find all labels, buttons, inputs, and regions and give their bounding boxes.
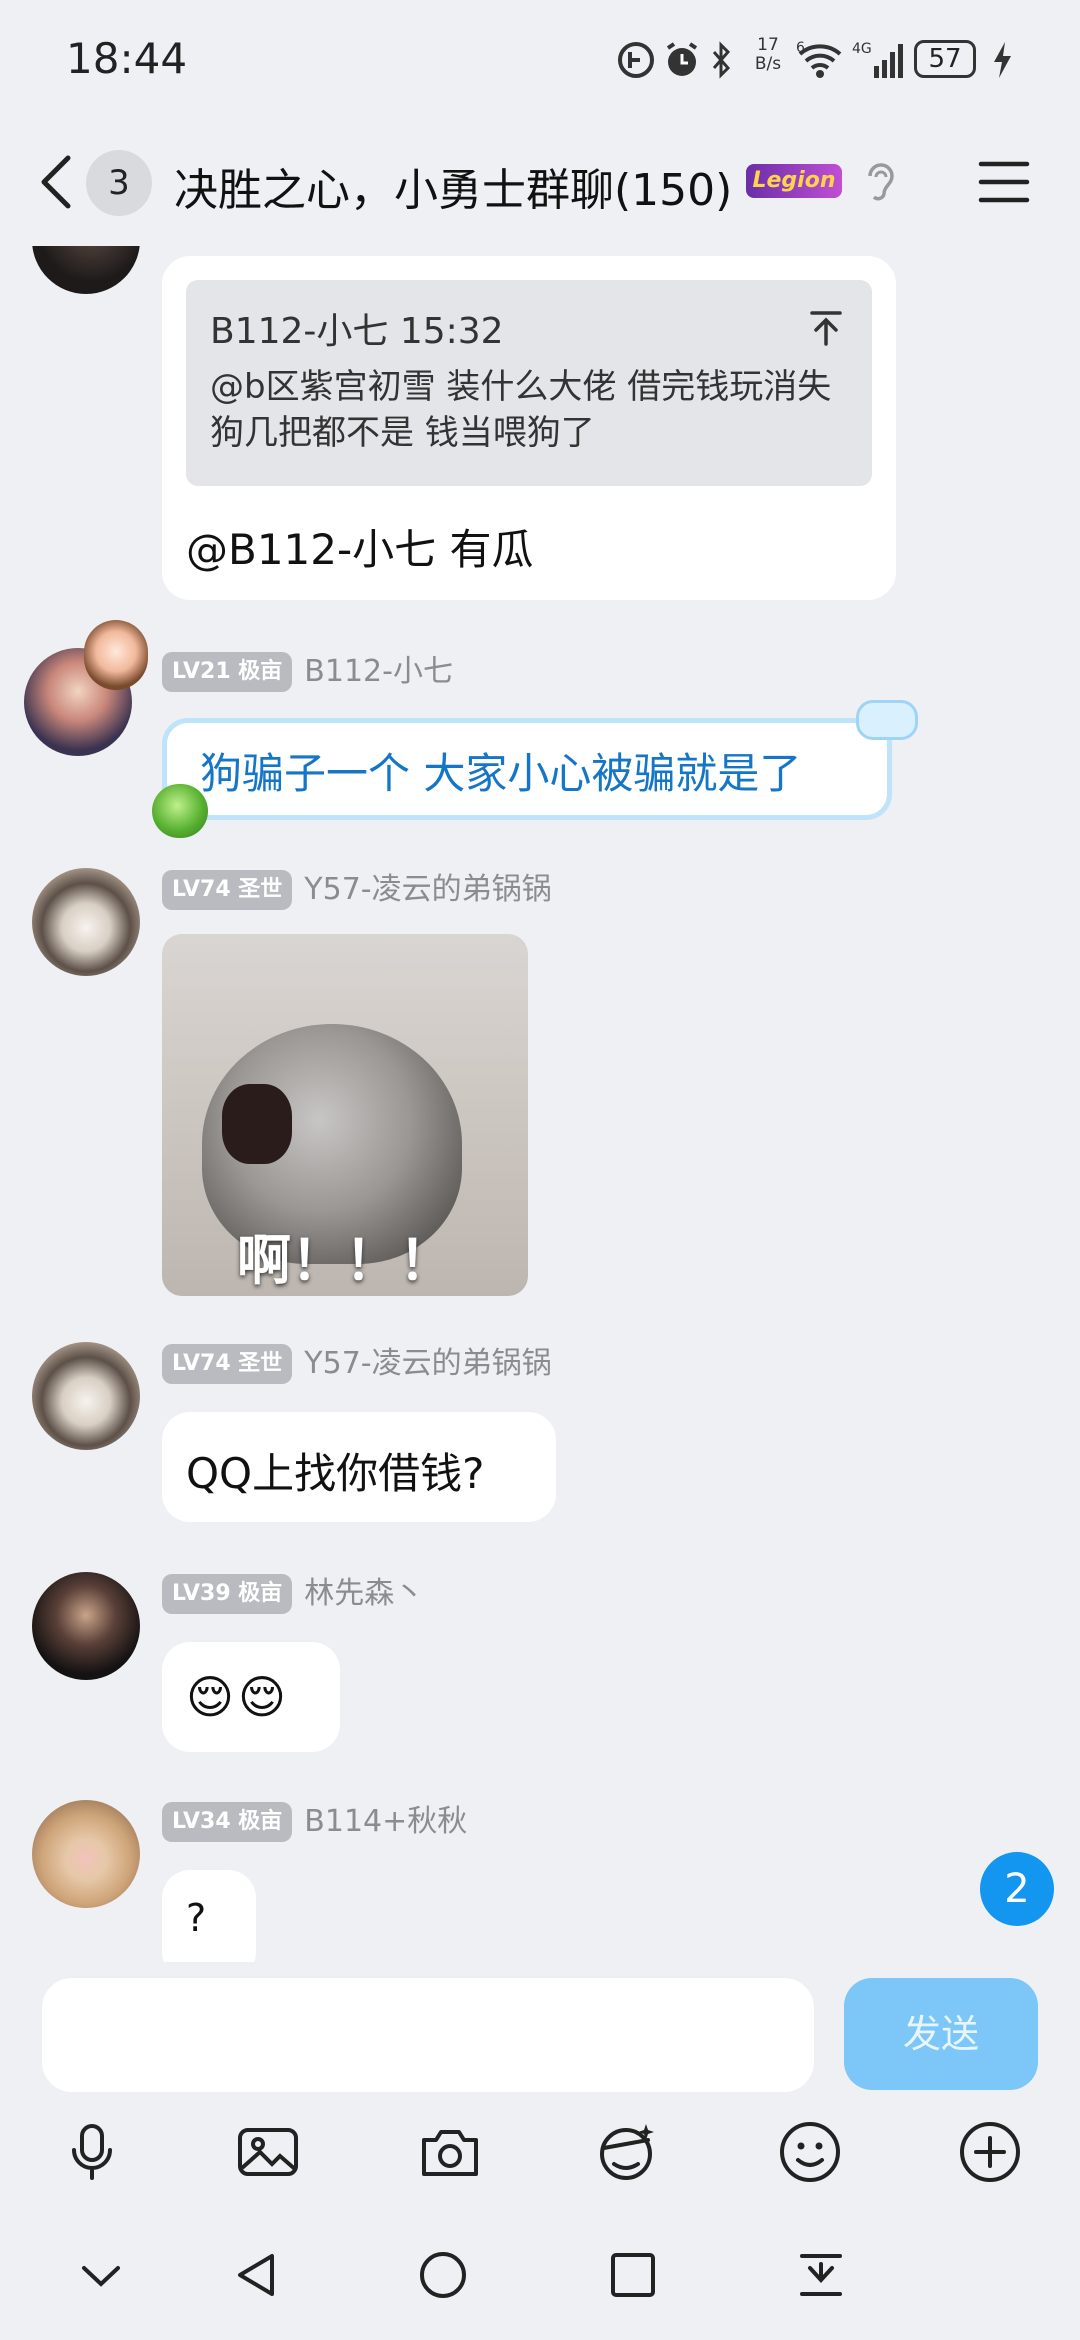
sender-name[interactable]: B112-小七 [304, 652, 453, 692]
emoji-icon[interactable] [778, 2120, 842, 2184]
avatar-frame-decoration [84, 620, 148, 690]
svg-text:6: 6 [796, 40, 805, 56]
add-more-icon[interactable] [958, 2120, 1022, 2184]
menu-icon[interactable] [978, 160, 1030, 204]
charging-icon [994, 42, 1011, 78]
message-text: @B112-小七 有瓜 [186, 525, 534, 574]
new-messages-badge[interactable]: 2 [980, 1852, 1054, 1926]
wifi-icon: 6 [796, 40, 842, 78]
sender-name[interactable]: Y57-凌云的弟锅锅 [304, 1344, 551, 1384]
svg-text:4G: 4G [852, 41, 872, 57]
watermelon-decoration-icon [152, 784, 208, 838]
quote-author: B112-小七 15:32 [210, 311, 504, 352]
member-level-badge: LV34 极亩 [162, 1802, 293, 1842]
battery-indicator: 57 [914, 40, 976, 78]
avatar[interactable] [32, 868, 140, 976]
emoji-text: 😌😌 [186, 1670, 290, 1724]
avatar[interactable] [32, 1800, 140, 1908]
message-input[interactable] [42, 1978, 814, 2092]
message-text: 狗骗子一个 大家小心被骗就是了 [200, 749, 802, 798]
sender-row: LV74 圣世 Y57-凌云的弟锅锅 [162, 1344, 552, 1384]
notification-pull-down-icon[interactable] [796, 2250, 846, 2300]
cloud-decoration-icon [856, 700, 918, 740]
sender-row: LV34 极亩 B114+秋秋 [162, 1802, 467, 1842]
message-text: ? [186, 1896, 207, 1940]
quote-text: @b区紫宫初雪 装什么大佬 借完钱玩消失 狗几把都不是 钱当喂狗了 [210, 367, 832, 453]
data-saver-icon [618, 42, 654, 78]
avatar[interactable] [32, 1572, 140, 1680]
jump-to-original-icon[interactable] [806, 308, 846, 348]
back-arrow-icon[interactable] [36, 152, 76, 212]
nav-home-icon[interactable] [418, 2250, 468, 2300]
sender-name[interactable]: B114+秋秋 [304, 1802, 467, 1842]
send-button[interactable]: 发送 [844, 1978, 1038, 2090]
ear-icon[interactable] [862, 160, 898, 206]
microphone-icon[interactable] [60, 2120, 124, 2184]
bluetooth-icon [712, 41, 731, 79]
avatar[interactable] [32, 1342, 140, 1450]
sticker-face-icon[interactable] [594, 2120, 658, 2184]
group-badge: Legion [746, 164, 842, 198]
sender-row: LV39 极亩 林先森丶 [162, 1574, 424, 1614]
cat-mouth [222, 1084, 292, 1164]
sender-row: LV74 圣世 Y57-凌云的弟锅锅 [162, 870, 552, 910]
camera-icon[interactable] [418, 2120, 482, 2184]
nav-recents-icon[interactable] [608, 2250, 658, 2300]
cellular-signal-icon: 4G [852, 41, 903, 78]
sender-name[interactable]: Y57-凌云的弟锅锅 [304, 870, 551, 910]
status-time: 18:44 [66, 34, 188, 83]
member-level-badge: LV74 圣世 [162, 870, 293, 910]
message-text: QQ上找你借钱? [186, 1449, 485, 1498]
collapse-chevron-icon[interactable] [76, 2250, 126, 2300]
image-message[interactable]: 啊！！！ [162, 934, 528, 1296]
image-icon[interactable] [236, 2120, 300, 2184]
sender-row: LV21 极亩 B112-小七 [162, 652, 453, 692]
nav-back-icon[interactable] [232, 2250, 282, 2300]
image-caption: 啊！！！ [237, 1229, 453, 1292]
alarm-icon [666, 42, 698, 76]
unread-count-badge[interactable]: 3 [86, 150, 152, 216]
member-level-badge: LV39 极亩 [162, 1574, 293, 1614]
member-level-badge: LV74 圣世 [162, 1344, 293, 1384]
network-speed: 17 B/s [754, 35, 782, 74]
chat-title[interactable]: 决胜之心，小勇士群聊(150) [174, 154, 732, 218]
sender-name[interactable]: 林先森丶 [304, 1574, 424, 1614]
member-level-badge: LV21 极亩 [162, 652, 293, 692]
